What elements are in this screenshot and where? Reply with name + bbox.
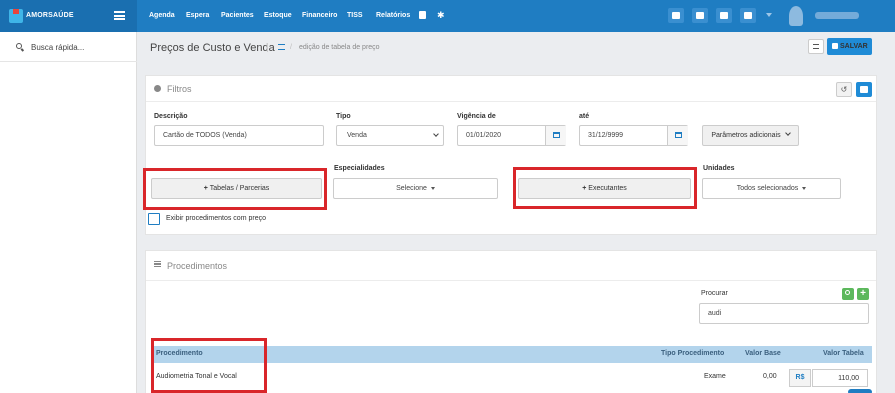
tipo-label: Tipo (336, 113, 351, 120)
breadcrumb: edição de tabela de preço (299, 44, 380, 51)
parametros-adicionais-button[interactable]: Parâmetros adicionais (702, 125, 799, 146)
vigencia-value: 01/01/2020 (466, 132, 502, 139)
ate-input[interactable]: 31/12/9999 (579, 125, 688, 146)
top-navbar: AMORSAÚDE Agenda Espera Pacientes Estoqu… (0, 0, 895, 32)
filters-header: Filtros ↺ (146, 76, 876, 102)
list-icon (813, 44, 819, 49)
menu-toggle-icon[interactable] (114, 11, 125, 20)
content-header: Preços de Custo e Venda / edição de tabe… (138, 32, 895, 62)
search-icon (16, 43, 22, 49)
save-button[interactable]: SALVAR (827, 38, 872, 55)
gear-icon[interactable]: ✱ (437, 11, 445, 20)
avatar[interactable] (789, 6, 803, 26)
nav-estoque[interactable]: Estoque (264, 12, 292, 19)
calendar-icon[interactable] (545, 126, 566, 145)
add-button[interactable]: + (857, 288, 869, 300)
filters-title: Filtros (167, 84, 192, 94)
database-icon[interactable] (419, 11, 426, 19)
quick-search[interactable]: Busca rápida... (0, 32, 137, 62)
especialidades-value: Selecione (396, 185, 427, 192)
nav-relatorios[interactable]: Relatórios (376, 12, 410, 19)
unidades-value: Todos selecionados (736, 185, 799, 192)
exibir-checkbox[interactable] (148, 213, 160, 225)
procurar-value: audi (708, 310, 722, 317)
search-button[interactable] (842, 288, 854, 300)
exibir-label: Exibir procedimentos com preço (166, 215, 266, 222)
tipo-value: Venda (347, 132, 367, 139)
chevron-down-icon (433, 131, 439, 137)
calendar-icon[interactable] (667, 126, 688, 145)
col-tipo: Tipo Procedimento (661, 350, 725, 357)
chevron-down-icon (784, 130, 791, 136)
list-icon (154, 261, 161, 267)
col-valor-tabela: Valor Tabela (823, 350, 864, 357)
currency-addon: R$ (789, 369, 811, 387)
nav-financeiro[interactable]: Financeiro (302, 12, 337, 19)
descricao-value: Cartão de TODOS (Venda) (163, 132, 247, 139)
bell-icon (720, 12, 728, 19)
row-valor-tabela: 110,00 (838, 375, 859, 382)
caret-down-icon (802, 186, 807, 190)
descricao-label: Descrição (154, 113, 188, 120)
filters-panel: Filtros ↺ Descrição Cartão de TODOS (Ven… (143, 75, 877, 235)
unidades-select[interactable]: Todos selecionados (702, 178, 841, 199)
user-name-redacted[interactable] (815, 12, 859, 19)
quick-search-label: Busca rápida... (31, 43, 85, 52)
search-icon (845, 290, 850, 295)
nav-pacientes[interactable]: Pacientes (221, 12, 254, 19)
notifications-button[interactable] (716, 8, 732, 23)
procedures-header: Procedimentos (146, 251, 876, 281)
scrollbar-track[interactable] (888, 62, 895, 393)
nav-agenda[interactable]: Agenda (149, 12, 175, 19)
descricao-input[interactable]: Cartão de TODOS (Venda) (154, 125, 324, 146)
floppy-icon (832, 43, 838, 49)
nav-espera[interactable]: Espera (186, 12, 209, 19)
ate-label: até (579, 113, 590, 120)
list-view-button[interactable] (808, 39, 824, 54)
list-icon (278, 44, 285, 50)
nav-tiss[interactable]: TISS (347, 12, 363, 19)
chevron-down-icon[interactable] (766, 13, 772, 17)
unidades-label: Unidades (703, 165, 735, 172)
save-label: SALVAR (840, 43, 868, 50)
inbox-icon (672, 12, 680, 19)
sidebar: Busca rápida... (0, 32, 137, 393)
history-button[interactable]: ↺ (836, 82, 852, 97)
procedures-title: Procedimentos (167, 261, 228, 271)
vigencia-input[interactable]: 01/01/2020 (457, 125, 566, 146)
procurar-label: Procurar (701, 290, 728, 297)
info-icon (154, 85, 161, 92)
row-valor-base: 0,00 (763, 373, 777, 380)
procurar-input[interactable]: audi (699, 303, 869, 324)
print-button[interactable] (856, 82, 872, 97)
page-title: Preços de Custo e Venda (150, 42, 275, 54)
ate-value: 31/12/9999 (588, 132, 624, 139)
highlight-box (151, 338, 267, 393)
chat-icon (744, 12, 752, 19)
brand-area: AMORSAÚDE (0, 0, 137, 32)
row-tipo: Exame (704, 373, 726, 380)
calendar-icon (696, 12, 704, 19)
inbox-button[interactable] (668, 8, 684, 23)
highlight-box (143, 168, 327, 210)
brand-name: AMORSAÚDE (26, 12, 74, 19)
col-valor-base: Valor Base (745, 350, 781, 357)
print-icon (860, 86, 868, 93)
tipo-select[interactable]: Venda (336, 125, 444, 146)
breadcrumb-slash: / (290, 44, 292, 51)
procedures-panel: Procedimentos Procurar + audi Procedimen… (145, 250, 877, 393)
especialidades-select[interactable]: Selecione (333, 178, 498, 199)
especialidades-label: Especialidades (334, 165, 385, 172)
breadcrumb-divider (267, 43, 268, 52)
scroll-indicator[interactable] (848, 389, 872, 393)
caret-down-icon (430, 186, 435, 190)
highlight-box (513, 167, 697, 209)
valor-tabela-input[interactable]: 110,00 (812, 369, 868, 387)
chat-button[interactable] (740, 8, 756, 23)
calendar-button[interactable] (692, 8, 708, 23)
logo-icon (9, 9, 23, 23)
parametros-label: Parâmetros adicionais (711, 132, 781, 139)
vigencia-label: Vigência de (457, 113, 496, 120)
